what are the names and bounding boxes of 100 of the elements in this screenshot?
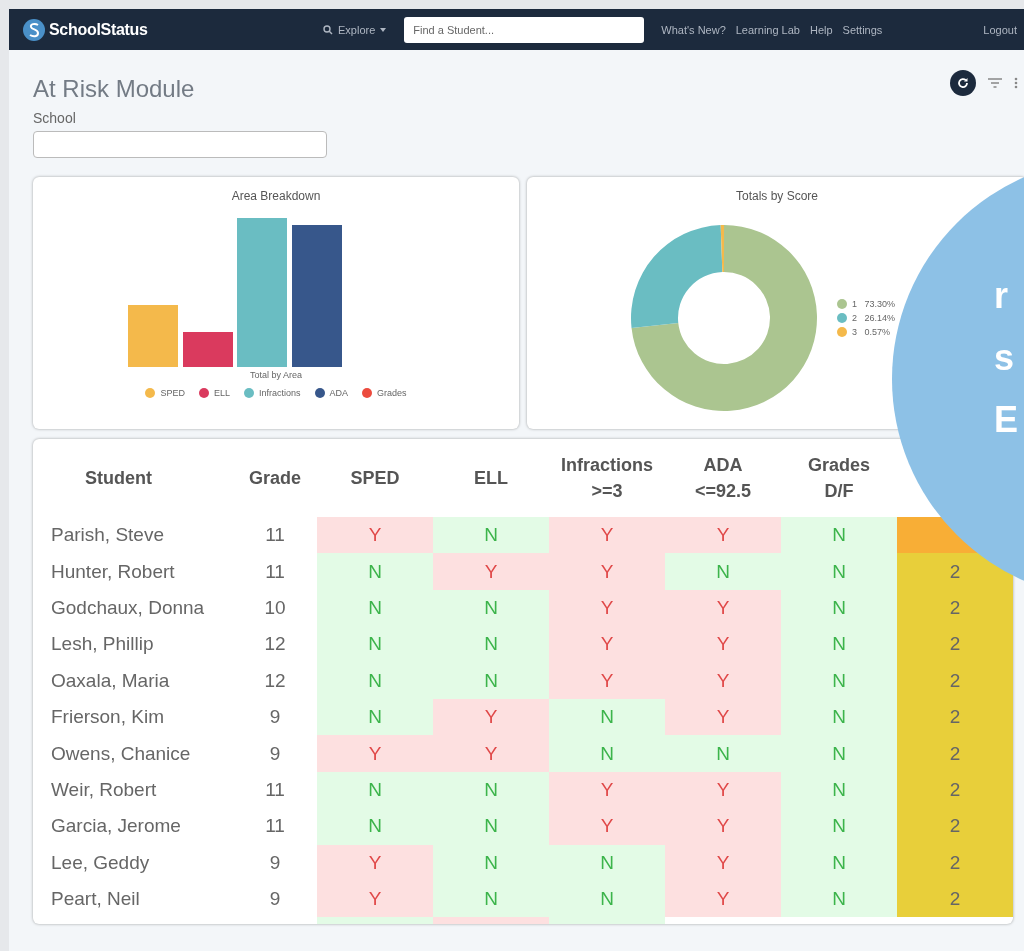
- grade-cell-text: 10: [263, 595, 287, 620]
- promo-text: E: [994, 400, 1018, 440]
- nav-link[interactable]: What's New?: [661, 23, 726, 36]
- flag-cell: Y: [317, 735, 433, 772]
- flag-cell: Y: [433, 553, 549, 590]
- grade-cell-text: 12: [263, 632, 287, 657]
- legend-dot: [836, 327, 847, 337]
- grade-cell-text: 9: [268, 850, 282, 875]
- student-name: Oaxala, Maria: [50, 668, 171, 693]
- score-cell: 2: [897, 880, 1013, 918]
- legend-label[interactable]: ADA: [329, 388, 349, 398]
- flag-cell: N: [549, 844, 665, 881]
- nav-link[interactable]: Help: [810, 23, 833, 36]
- logo-icon: [23, 18, 45, 41]
- legend-label[interactable]: ELL: [213, 388, 230, 398]
- score-cell: 2: [897, 553, 1013, 590]
- flag-cell: N: [433, 771, 549, 809]
- grade-cell-text: 11: [264, 777, 286, 802]
- page-title: At Risk Module: [33, 75, 195, 103]
- flag-cell: Y: [665, 844, 781, 881]
- flag-cell: N: [665, 553, 781, 590]
- student-search-field[interactable]: Find a Student...: [404, 16, 645, 43]
- caret-icon: [380, 27, 387, 32]
- flag-cell: Y: [665, 517, 781, 554]
- flag-cell: N: [781, 844, 897, 881]
- axis-label: Total by Area: [250, 370, 302, 380]
- flag-cell: N: [317, 808, 433, 845]
- flag-cell: N: [317, 698, 433, 736]
- flag-cell: Y: [549, 626, 665, 663]
- flag-cell: N: [781, 662, 897, 699]
- flag-cell: N: [549, 698, 665, 736]
- flag-cell: Y: [549, 517, 665, 554]
- flag-cell: N: [317, 771, 433, 809]
- grade-cell-text: 11: [264, 523, 286, 548]
- legend-label[interactable]: Grades: [377, 388, 407, 398]
- flag-cell: N: [549, 735, 665, 772]
- legend-dot: [836, 299, 847, 309]
- column-header: Student: [84, 466, 153, 490]
- flag-cell: N: [317, 626, 433, 663]
- nav-link[interactable]: Learning Lab: [735, 23, 800, 36]
- flag-cell: N: [433, 880, 549, 918]
- nav-link[interactable]: Settings: [842, 23, 883, 36]
- student-name: Owens, Chanice: [50, 741, 192, 766]
- score-cell: 2: [897, 808, 1013, 845]
- column-header: Infractions >=3: [560, 453, 654, 503]
- chart-title: Totals by Score: [735, 189, 818, 203]
- flag-cell: Y: [549, 662, 665, 699]
- flag-cell: Y: [549, 808, 665, 845]
- student-name: Weir, Robert: [50, 777, 158, 802]
- legend-label[interactable]: SPED: [160, 388, 185, 398]
- grade-cell-text: 11: [264, 559, 286, 584]
- flag-cell: Y: [665, 771, 781, 809]
- score-cell: 2: [897, 698, 1013, 736]
- legend-label[interactable]: 2 26.14%: [851, 313, 896, 323]
- logout-link[interactable]: Logout: [983, 23, 1017, 36]
- flag-cell: Y: [665, 698, 781, 736]
- student-name: Lee, Geddy: [50, 850, 151, 875]
- flag-cell: N: [781, 808, 897, 845]
- refresh-button[interactable]: [950, 69, 976, 96]
- student-name: Peart, Neil: [50, 887, 141, 912]
- flag-cell: N: [433, 626, 549, 663]
- flag-cell: N: [433, 517, 549, 554]
- flag-cell: N: [433, 662, 549, 699]
- flag-cell: N: [781, 698, 897, 736]
- flag-cell: N: [781, 735, 897, 772]
- grade-cell-text: 9: [268, 887, 282, 912]
- flag-cell: Y: [433, 698, 549, 736]
- brand-name[interactable]: SchoolStatus: [49, 20, 148, 39]
- flag-cell: Y: [317, 844, 433, 881]
- grade-cell-text: 12: [263, 668, 287, 693]
- grade-cell-text: 9: [268, 705, 282, 730]
- flag-cell: N: [317, 553, 433, 590]
- legend-label[interactable]: 1 73.30%: [851, 299, 896, 309]
- flag-cell: N: [433, 844, 549, 881]
- school-select[interactable]: [33, 131, 327, 158]
- student-name: Frierson, Kim: [50, 705, 165, 730]
- explore-menu[interactable]: Explore: [323, 23, 387, 36]
- legend-label[interactable]: Infractions: [259, 388, 301, 398]
- score-cell: 2: [897, 589, 1013, 627]
- flag-cell: Y: [317, 880, 433, 918]
- score-cell: 2: [897, 844, 1013, 881]
- score-cell: 2: [897, 662, 1013, 699]
- flag-cell: Y: [665, 880, 781, 918]
- flag-cell: N: [781, 589, 897, 627]
- flag-cell: N: [781, 880, 897, 918]
- column-header: SPED: [349, 466, 401, 490]
- refresh-icon: [957, 76, 969, 89]
- filter-icon[interactable]: [988, 77, 1002, 88]
- flag-cell: Y: [433, 735, 549, 772]
- flag-cell: Y: [549, 589, 665, 627]
- flag-cell: N: [549, 880, 665, 918]
- chart-title: Area Breakdown: [231, 189, 321, 203]
- legend-label[interactable]: 3 0.57%: [851, 327, 891, 337]
- column-header: ELL: [473, 466, 509, 490]
- column-header: ADA <=92.5: [693, 453, 753, 503]
- flag-cell: N: [317, 589, 433, 627]
- flag-cell: Y: [549, 553, 665, 590]
- grade-cell-text: 9: [268, 741, 282, 766]
- flag-cell: N: [781, 553, 897, 590]
- more-options-icon[interactable]: [1014, 76, 1018, 89]
